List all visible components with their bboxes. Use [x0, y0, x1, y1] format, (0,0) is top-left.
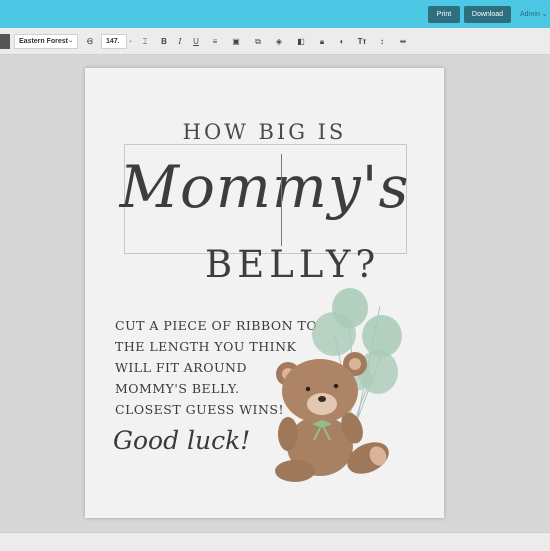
chevron-down-icon[interactable]: ⌄ [128, 34, 134, 49]
formatting-toolbar: Eastern Forest ⌄ Ꞡ 147. ⌄ ⌶ B I U ≡ ▣ ⧉ … [0, 28, 550, 55]
signoff-good-luck[interactable]: Good luck! [113, 426, 250, 455]
color-swatch[interactable] [0, 34, 10, 49]
admin-label: Admin [520, 11, 540, 18]
font-style-icon[interactable]: Ꞡ [84, 34, 96, 49]
teddy-bear-balloons-illustration[interactable] [260, 286, 440, 486]
print-button[interactable]: Print [428, 6, 460, 23]
text-height-icon[interactable]: ⌶ [139, 34, 151, 49]
font-family-value: Eastern Forest [19, 38, 69, 45]
text-transform-icon[interactable]: Tт [356, 34, 368, 49]
lock-icon[interactable]: 🔒︎ [316, 34, 328, 49]
font-size-input[interactable]: 147. [101, 34, 127, 49]
admin-menu[interactable]: Admin ⌄ [520, 6, 548, 23]
font-family-select[interactable]: Eastern Forest ⌄ [14, 34, 78, 49]
body-line-5[interactable]: CLOSEST GUESS WINS! [115, 402, 284, 417]
body-line-4[interactable]: MOMMY'S BELLY. [115, 381, 240, 396]
opacity-icon[interactable]: ◐ [336, 34, 348, 49]
duplicate-icon[interactable]: ⧉ [252, 34, 264, 49]
chevron-down-icon: ⌄ [541, 11, 548, 18]
italic-icon[interactable]: I [174, 34, 186, 49]
letter-spacing-icon[interactable]: ⇹ [397, 34, 409, 49]
underline-icon[interactable]: U [190, 34, 202, 49]
layers-icon[interactable]: ◈ [273, 34, 285, 49]
image-icon[interactable]: ▣ [230, 34, 242, 49]
body-line-3[interactable]: WILL FIT AROUND [115, 360, 247, 375]
app-header: Print Download Admin ⌄ [0, 0, 550, 28]
download-button[interactable]: Download [464, 6, 511, 23]
bold-icon[interactable]: B [158, 34, 170, 49]
align-left-icon[interactable]: ≡ [209, 34, 221, 49]
copy-style-icon[interactable]: ◧ [295, 34, 307, 49]
chevron-down-icon: ⌄ [67, 38, 73, 44]
heading-how-big-is[interactable]: HOW BIG IS [85, 120, 444, 144]
line-spacing-icon[interactable]: ↕ [376, 34, 388, 49]
text-cursor [281, 154, 282, 246]
document-page: HOW BIG IS Mommy's BELLY? CUT A PIECE OF… [85, 68, 444, 518]
status-bar [0, 532, 550, 551]
heading-belly[interactable]: BELLY? [205, 243, 380, 286]
heading-mommys-script[interactable]: Mommy's [85, 153, 444, 221]
